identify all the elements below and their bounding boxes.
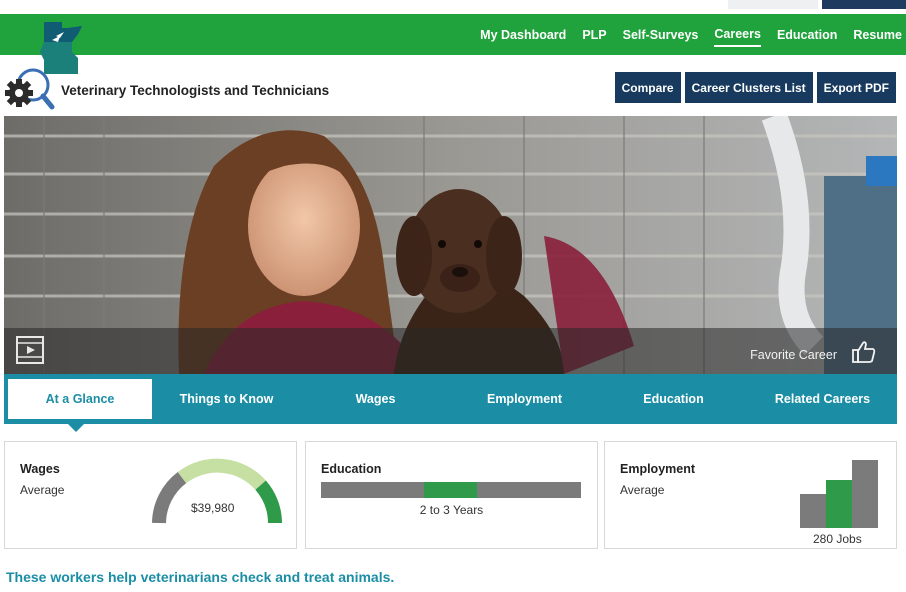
employment-value: 280 Jobs	[813, 532, 862, 546]
top-navigation: My Dashboard PLP Self-Surveys Careers Ed…	[0, 14, 906, 74]
favorite-career-label[interactable]: Favorite Career	[750, 348, 837, 362]
employment-bar-average	[826, 480, 852, 528]
nav-plp[interactable]: PLP	[582, 24, 606, 46]
career-tabs: At a Glance Things to Know Wages Employm…	[4, 374, 897, 424]
employment-bar-chart	[800, 458, 880, 528]
video-icon[interactable]	[15, 335, 45, 365]
wages-gauge	[152, 458, 282, 524]
employment-bar-high	[852, 460, 878, 528]
corner-tab[interactable]	[822, 0, 906, 9]
tab-at-a-glance[interactable]: At a Glance	[8, 379, 152, 419]
nav-resume[interactable]: Resume	[853, 24, 902, 46]
career-summary: These workers help veterinarians check a…	[6, 569, 395, 585]
education-range-bar	[321, 482, 581, 498]
active-tab-pointer	[68, 424, 84, 432]
compare-button[interactable]: Compare	[614, 72, 681, 103]
career-clusters-list-button[interactable]: Career Clusters List	[684, 72, 813, 103]
career-search-gear-icon	[5, 68, 55, 110]
education-value: 2 to 3 Years	[419, 503, 484, 517]
export-pdf-button[interactable]: Export PDF	[816, 72, 896, 103]
employment-card[interactable]: Employment Average 280 Jobs	[604, 441, 897, 549]
tab-related-careers[interactable]: Related Careers	[748, 379, 897, 419]
career-hero-image: Favorite Career	[4, 116, 897, 374]
career-header: Veterinary Technologists and Technicians…	[0, 62, 906, 112]
employment-bar-low	[800, 494, 826, 528]
education-card-title: Education	[321, 462, 382, 476]
wages-card-subtitle: Average	[20, 483, 65, 497]
wages-value: $39,980	[191, 501, 235, 515]
wages-card[interactable]: Wages Average $39,980	[4, 441, 297, 549]
tab-wages[interactable]: Wages	[301, 379, 450, 419]
nav-careers[interactable]: Careers	[714, 23, 761, 47]
corner-tab-light	[728, 0, 818, 9]
nav-self-surveys[interactable]: Self-Surveys	[623, 24, 699, 46]
tab-employment[interactable]: Employment	[450, 379, 599, 419]
nav-my-dashboard[interactable]: My Dashboard	[480, 24, 566, 46]
page-title: Veterinary Technologists and Technicians	[61, 83, 330, 98]
education-card[interactable]: Education 2 to 3 Years	[305, 441, 598, 549]
employment-card-title: Employment	[620, 462, 696, 476]
education-range-fill	[424, 482, 477, 498]
thumbs-up-icon[interactable]	[851, 339, 877, 365]
tab-things-to-know[interactable]: Things to Know	[152, 379, 301, 419]
tab-education[interactable]: Education	[599, 379, 748, 419]
nav-education[interactable]: Education	[777, 24, 837, 46]
employment-card-subtitle: Average	[620, 483, 665, 497]
wages-card-title: Wages	[20, 462, 60, 476]
